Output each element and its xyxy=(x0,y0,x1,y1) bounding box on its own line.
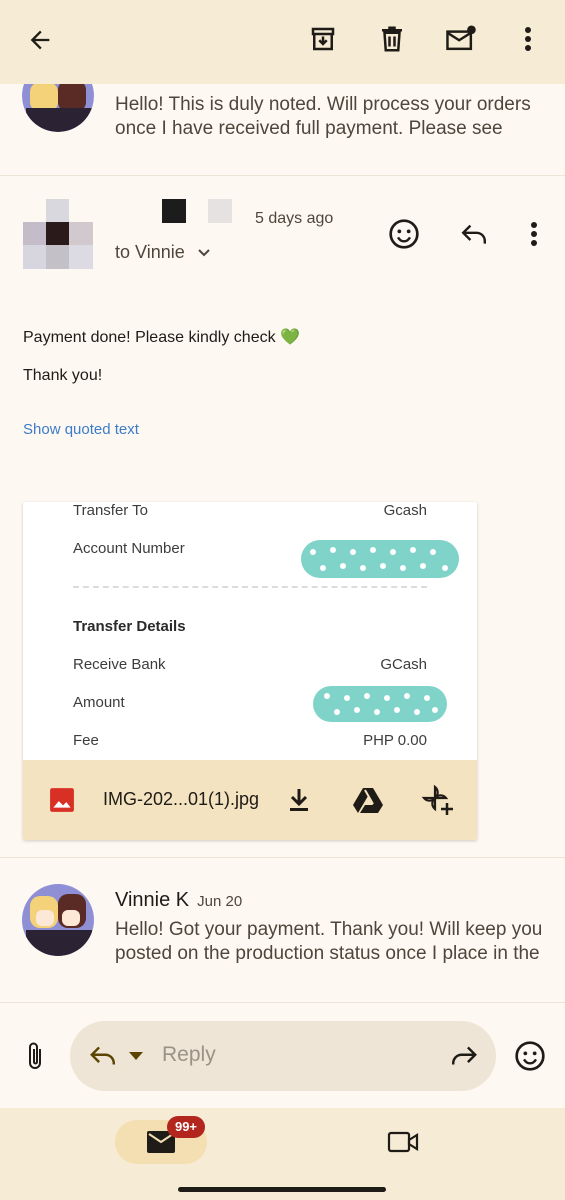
top-app-bar xyxy=(0,0,565,84)
reply-type-selector[interactable] xyxy=(84,1034,148,1078)
delete-button[interactable] xyxy=(369,16,415,62)
reply-field[interactable]: Reply xyxy=(70,1021,496,1091)
nav-mail[interactable]: 99+ xyxy=(115,1116,207,1164)
reply-button[interactable] xyxy=(452,212,496,256)
video-camera-icon xyxy=(387,1131,419,1153)
message-preview[interactable]: Hello! This is duly noted. Will process … xyxy=(115,93,545,141)
attachment-actions-bar: IMG-202...01(1).jpg xyxy=(23,760,477,840)
reply-icon xyxy=(461,224,486,244)
react-emoji-button[interactable] xyxy=(382,212,426,256)
recipients-label: to Vinnie xyxy=(115,242,185,262)
unread-badge: 99+ xyxy=(167,1116,205,1138)
message-header[interactable]: Vinnie K Jun 20 xyxy=(115,889,242,912)
reply-placeholder[interactable]: Reply xyxy=(162,1043,216,1067)
receipt-label: Transfer To xyxy=(73,502,149,519)
download-button[interactable] xyxy=(277,778,321,822)
receipt-label: Amount xyxy=(73,694,125,711)
message-timestamp: 5 days ago xyxy=(255,210,334,227)
paperclip-icon xyxy=(29,1042,41,1069)
archive-button[interactable] xyxy=(300,16,346,62)
sender-name: Vinnie K xyxy=(115,889,190,911)
avatar[interactable] xyxy=(22,884,94,956)
archive-icon xyxy=(311,27,335,51)
google-drive-icon xyxy=(353,788,383,813)
forward-button[interactable] xyxy=(440,1034,486,1078)
redaction-scribble xyxy=(313,686,447,722)
divider xyxy=(0,857,565,858)
image-file-icon xyxy=(50,788,74,812)
emoji-icon xyxy=(389,219,419,249)
image-attachment-card[interactable]: Transfer To Gcash Account Number Transfe… xyxy=(23,502,477,840)
receipt-value: Gcash xyxy=(383,502,427,519)
save-to-drive-button[interactable] xyxy=(345,778,391,822)
receipt-label: Fee xyxy=(73,732,99,749)
redaction-scribble xyxy=(301,540,459,578)
message-body-line: Thank you! xyxy=(23,367,103,384)
message-date: Jun 20 xyxy=(197,893,243,910)
message-more-button[interactable] xyxy=(514,212,554,256)
attachment-filename[interactable]: IMG-202...01(1).jpg xyxy=(103,789,259,810)
receipt-value: PHP 0.00 xyxy=(363,732,427,749)
receipt-row: Transfer To Gcash xyxy=(73,502,427,519)
add-to-photos-icon xyxy=(421,784,453,815)
nav-meet[interactable] xyxy=(378,1120,428,1164)
dashed-divider xyxy=(73,586,427,588)
receipt-section-title: Transfer Details xyxy=(73,618,186,635)
recipients-toggle[interactable]: to Vinnie xyxy=(115,242,211,263)
chevron-down-icon xyxy=(198,248,210,256)
attach-button[interactable] xyxy=(14,1034,56,1078)
more-vert-icon xyxy=(525,27,531,51)
caret-down-icon xyxy=(129,1052,143,1060)
sender-name-redacted xyxy=(208,199,232,223)
more-vert-icon xyxy=(531,222,537,246)
emoji-icon xyxy=(515,1041,545,1071)
more-options-button[interactable] xyxy=(506,16,550,62)
sender-name-redacted xyxy=(162,199,186,223)
avatar[interactable] xyxy=(22,84,94,132)
show-quoted-text-link[interactable]: Show quoted text xyxy=(23,421,139,438)
forward-icon xyxy=(452,1046,477,1065)
bottom-navigation: 99+ xyxy=(0,1108,565,1200)
receipt-row: Fee PHP 0.00 xyxy=(73,732,427,749)
receipt-label: Receive Bank xyxy=(73,656,166,673)
emoji-button[interactable] xyxy=(508,1034,552,1078)
mark-unread-icon xyxy=(446,25,476,51)
mark-unread-button[interactable] xyxy=(438,16,484,62)
receipt-label: Account Number xyxy=(73,540,185,557)
back-button[interactable] xyxy=(18,18,62,62)
divider xyxy=(0,1002,565,1003)
receipt-row: Receive Bank GCash xyxy=(73,656,427,673)
add-to-photos-button[interactable] xyxy=(415,778,461,822)
gesture-handle[interactable] xyxy=(178,1187,386,1192)
reply-icon xyxy=(90,1046,115,1065)
receipt-value: GCash xyxy=(380,656,427,673)
trash-icon xyxy=(382,26,402,52)
message-preview[interactable]: Hello! Got your payment. Thank you! Will… xyxy=(115,918,545,966)
sender-avatar-pixelated[interactable] xyxy=(23,199,93,269)
divider xyxy=(0,175,565,176)
arrow-left-icon xyxy=(30,30,50,50)
message-body-line: Payment done! Please kindly check 💚 xyxy=(23,329,300,346)
download-icon xyxy=(290,789,308,811)
